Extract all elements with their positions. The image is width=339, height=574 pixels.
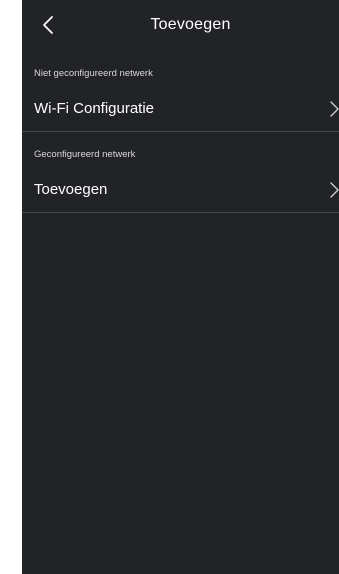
page-title: Toevoegen	[150, 16, 231, 33]
chevron-right-icon	[329, 182, 339, 198]
list-item-add[interactable]: Toevoegen	[22, 160, 339, 213]
list-item-label: Toevoegen	[34, 181, 108, 198]
list-item-label: Wi-Fi Configuratie	[34, 100, 155, 117]
chevron-right-icon	[329, 101, 339, 117]
section-label-unconfigured: Niet geconfigureerd netwerk	[34, 68, 153, 79]
header-bar: Toevoegen	[22, 0, 339, 52]
section-label-configured: Geconfigureerd netwerk	[34, 149, 136, 160]
app-screen: Toevoegen Niet geconfigureerd netwerk Wi…	[22, 0, 339, 574]
list-item-wifi-configuration[interactable]: Wi-Fi Configuratie	[22, 79, 339, 132]
